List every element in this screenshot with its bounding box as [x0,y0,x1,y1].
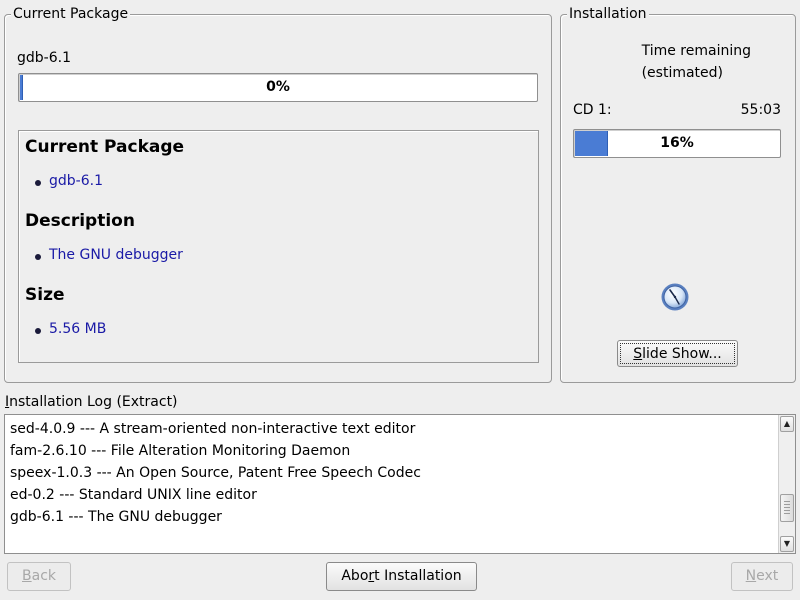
installation-log-label: Installation Log (Extract) [5,394,178,410]
package-heading: Current Package [25,137,185,157]
current-package-name: gdb-6.1 [17,50,71,66]
bullet-icon [35,328,41,334]
installation-group: Installation Time remaining (estimated) … [560,6,796,383]
bullet-icon [35,254,41,260]
scroll-grip-icon [784,501,790,515]
scroll-down-arrow-icon[interactable]: ▼ [780,536,794,552]
cd-progress-text: 16% [660,135,694,151]
description-value-text: The GNU debugger [49,247,183,263]
size-heading: Size [25,285,65,305]
log-line: fam-2.6.10 --- File Alteration Monitorin… [10,443,351,459]
cd-progress-bar: 16% [573,129,781,158]
time-remaining-line2: (estimated) [641,65,724,81]
package-value: gdb-6.1 [35,173,103,189]
time-remaining-line1: Time remaining [641,43,751,59]
abort-installation-button[interactable]: Abort Installation [326,562,477,591]
scroll-up-arrow-icon[interactable]: ▲ [780,416,794,432]
package-value-text: gdb-6.1 [49,173,103,189]
log-line: sed-4.0.9 --- A stream-oriented non-inte… [10,421,416,437]
size-value-text: 5.56 MB [49,321,107,337]
current-package-group: Current Package gdb-6.1 0% Current Packa… [4,6,552,383]
log-line: ed-0.2 --- Standard UNIX line editor [10,487,257,503]
description-value: The GNU debugger [35,247,183,263]
package-progress-bar: 0% [18,73,538,102]
back-button[interactable]: Back [7,562,71,591]
installation-group-title: Installation [567,6,649,22]
slide-show-button[interactable]: Slide Show... [617,340,738,367]
time-remaining-label: Time remaining (estimated) [642,40,751,84]
scroll-thumb[interactable] [780,494,794,522]
package-info-panel: Current Package gdb-6.1 Description The … [18,130,539,363]
clock-icon [661,283,689,311]
next-button[interactable]: Next [731,562,793,591]
size-value: 5.56 MB [35,321,107,337]
log-scrollbar[interactable]: ▲ ▼ [778,415,795,553]
cd-label: CD 1: [573,102,612,118]
installation-log-textarea[interactable]: sed-4.0.9 --- A stream-oriented non-inte… [4,414,796,554]
bullet-icon [35,180,41,186]
current-package-group-title: Current Package [11,6,131,22]
package-progress-text: 0% [266,79,290,95]
description-heading: Description [25,211,135,231]
log-line: gdb-6.1 --- The GNU debugger [10,509,222,525]
log-line: speex-1.0.3 --- An Open Source, Patent F… [10,465,421,481]
cd-time: 55:03 [740,102,781,118]
